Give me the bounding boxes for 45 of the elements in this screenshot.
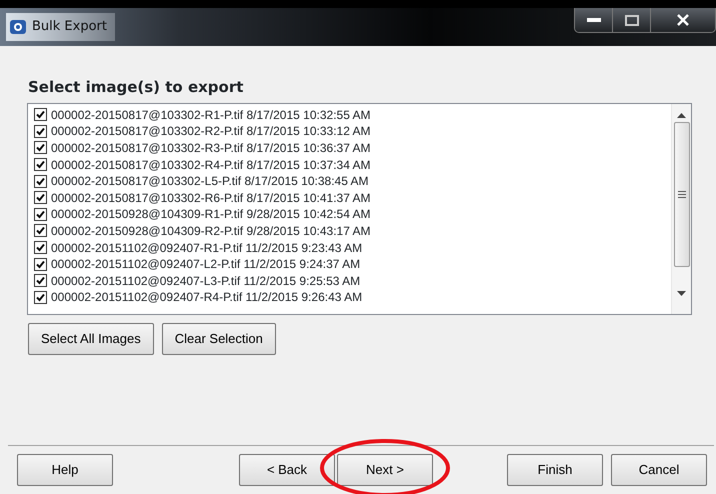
wizard-button[interactable]: Help <box>17 454 113 486</box>
checkbox[interactable] <box>34 241 47 254</box>
checkbox[interactable] <box>34 158 47 172</box>
checkbox[interactable] <box>34 108 47 122</box>
image-file-label: 000002-20150817@103302-R4-P.tif 8/17/2015 10:37:34 AM <box>51 158 371 171</box>
clear-selection-button[interactable]: Clear Selection <box>162 322 276 354</box>
image-file-label: 000002-20151102@092407-R4-P.tif 11/2/2015 9:26:43 AM <box>51 291 362 304</box>
image-file-label: 000002-20150928@104309-R1-P.tif 9/28/2015 10:42:54 AM <box>51 208 371 220</box>
maximize-icon <box>624 14 638 26</box>
checkbox[interactable] <box>34 141 47 154</box>
close-icon <box>677 14 689 26</box>
checkbox[interactable] <box>34 174 47 188</box>
image-file-label: 000002-20150817@103302-R3-P.tif 8/17/2015 10:36:37 AM <box>51 142 371 154</box>
checkbox[interactable] <box>34 208 47 221</box>
scroll-up-icon[interactable] <box>677 112 686 118</box>
image-file-label: 000002-20150928@104309-R2-P.tif 9/28/2015 10:43:17 AM <box>51 224 371 237</box>
minimize-icon <box>586 18 600 22</box>
image-file-label: 000002-20151102@092407-L3-P.tif 11/2/2015 9:25:53 AM <box>51 274 360 287</box>
checkbox[interactable] <box>34 224 47 238</box>
checkbox[interactable] <box>34 258 47 271</box>
app-icon <box>10 19 26 35</box>
wizard-button[interactable]: Cancel <box>611 454 707 486</box>
image-file-label: 000002-20150817@103302-L5-P.tif 8/17/2015 10:38:45 AM <box>51 175 369 188</box>
checkbox[interactable] <box>34 191 47 204</box>
image-file-label: 000002-20150817@103302-R6-P.tif 8/17/2015 10:41:37 AM <box>51 192 371 204</box>
image-file-label: 000002-20150817@103302-R2-P.tif 8/17/2015 10:33:12 AM <box>51 125 371 138</box>
scroll-down-icon[interactable] <box>677 290 686 296</box>
minimize-button[interactable] <box>575 8 613 32</box>
scroll-thumb[interactable] <box>674 122 690 266</box>
image-file-label: 000002-20151102@092407-R1-P.tif 11/2/2015 9:23:43 AM <box>51 242 362 254</box>
window-title: Bulk Export <box>32 18 107 36</box>
maximize-button[interactable] <box>613 8 651 32</box>
checkbox[interactable] <box>34 124 47 138</box>
grip-icon <box>678 190 686 198</box>
section-heading: Select image(s) to export <box>28 77 244 98</box>
scrollbar[interactable] <box>671 104 691 314</box>
image-file-label: 000002-20150817@103302-R1-P.tif 8/17/2015 10:32:55 AM <box>51 108 371 121</box>
wizard-button[interactable]: Finish <box>507 454 603 486</box>
wizard-button[interactable]: Next > <box>337 454 433 486</box>
close-button[interactable] <box>651 8 715 32</box>
wizard-button[interactable]: < Back <box>239 454 335 486</box>
checkbox[interactable] <box>34 274 47 288</box>
select-all-button[interactable]: Select All Images <box>28 322 154 354</box>
checkbox[interactable] <box>34 290 47 304</box>
image-file-label: 000002-20151102@092407-L2-P.tif 11/2/2015 9:24:37 AM <box>51 258 360 270</box>
